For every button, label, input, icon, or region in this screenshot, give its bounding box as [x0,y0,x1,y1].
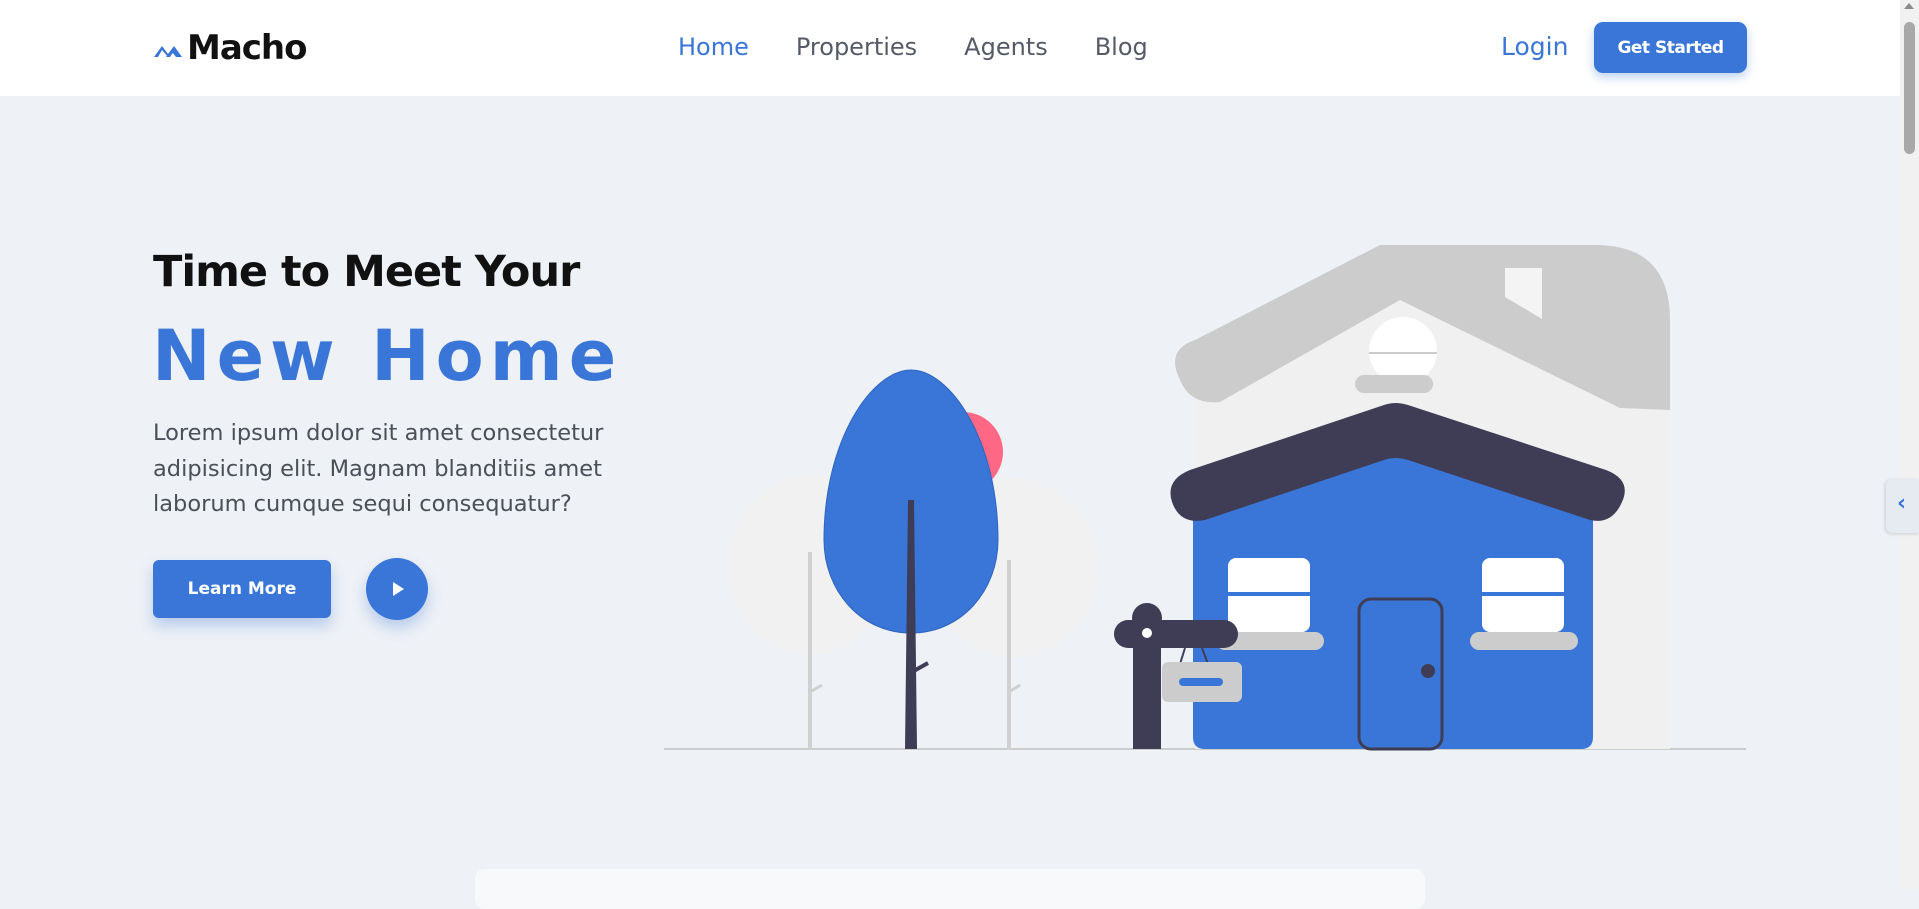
hero-title: Time to Meet Your [153,247,580,297]
sign-arm [1114,620,1238,648]
round-window-sill [1355,375,1433,393]
nav-agents[interactable]: Agents [964,30,1048,64]
play-icon [393,582,404,596]
side-panel-toggle[interactable]: ‹ [1886,479,1919,533]
logo-mark-icon [154,46,182,57]
bg-tree-right-trunk [1007,560,1011,750]
get-started-button[interactable]: Get Started [1594,22,1747,73]
play-video-button[interactable] [366,558,428,620]
hero-description: Lorem ipsum dolor sit amet consectetur a… [153,420,604,517]
site-header: Macho Home Properties Agents Blog Login … [0,0,1900,96]
logo-text: Macho [187,28,307,68]
scrollbar-thumb[interactable] [1904,22,1915,154]
door-knob [1421,664,1435,678]
bottom-card [475,869,1425,909]
nav-home[interactable]: Home [678,30,749,64]
chevron-left-icon: ‹ [1897,491,1907,516]
scrollbar[interactable] [1900,0,1919,889]
main-nav: Home Properties Agents Blog [678,30,1195,64]
logo[interactable]: Macho [153,28,307,68]
round-window [1369,317,1437,385]
nav-properties[interactable]: Properties [796,30,917,64]
login-link[interactable]: Login [1501,29,1568,65]
nav-blog[interactable]: Blog [1095,30,1148,64]
bg-tree-left-trunk [808,552,812,750]
hero-illustration [664,245,1746,751]
learn-more-button[interactable]: Learn More [153,560,331,618]
hero-highlight: New Home [152,315,623,397]
window-right-sill [1470,632,1578,650]
scroll-up-arrow-icon[interactable] [1904,3,1914,9]
